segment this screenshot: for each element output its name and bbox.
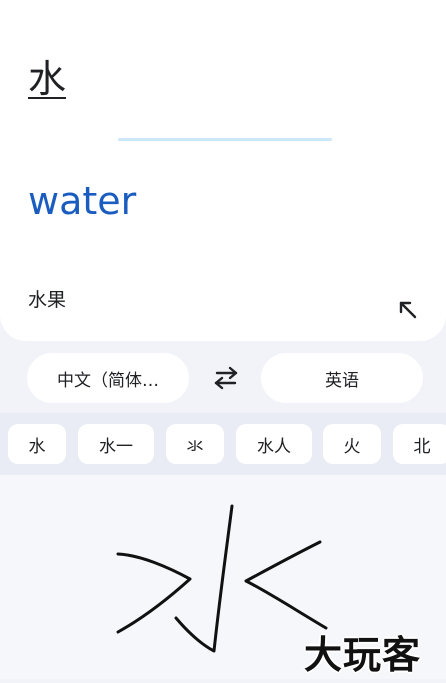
- source-language-label: 中文（简体…: [57, 370, 159, 391]
- candidate-chip[interactable]: 北: [393, 424, 446, 464]
- candidate-label: 火: [343, 436, 361, 457]
- candidate-label: 北: [413, 436, 431, 457]
- candidate-label: 水一: [99, 436, 133, 457]
- source-text[interactable]: 水: [28, 56, 66, 102]
- translation-text[interactable]: water: [28, 178, 136, 224]
- candidate-chip[interactable]: 氺: [166, 424, 224, 464]
- target-language-button[interactable]: 英语: [261, 353, 423, 403]
- divider: [118, 138, 332, 141]
- candidate-chip[interactable]: 火: [323, 424, 381, 464]
- source-language-button[interactable]: 中文（简体…: [27, 353, 189, 403]
- translation-card: 水 water 水果: [0, 0, 446, 341]
- candidate-label: 氺: [186, 436, 204, 457]
- candidate-label: 水: [28, 436, 46, 457]
- candidate-label: 水人: [257, 436, 291, 457]
- watermark-logo: 大玩客: [304, 633, 422, 677]
- candidate-chip[interactable]: 水人: [236, 424, 312, 464]
- language-bar: 中文（简体… 英语: [0, 341, 446, 413]
- candidate-row: 水 水一 氺 水人 火 北: [0, 413, 446, 475]
- swap-arrows-icon[interactable]: [211, 365, 241, 391]
- candidate-chip[interactable]: 水一: [78, 424, 154, 464]
- arrow-up-left-icon[interactable]: [396, 298, 418, 320]
- candidate-chip[interactable]: 水: [8, 424, 66, 464]
- suggestion-item[interactable]: 水果: [28, 285, 66, 312]
- target-language-label: 英语: [325, 370, 359, 391]
